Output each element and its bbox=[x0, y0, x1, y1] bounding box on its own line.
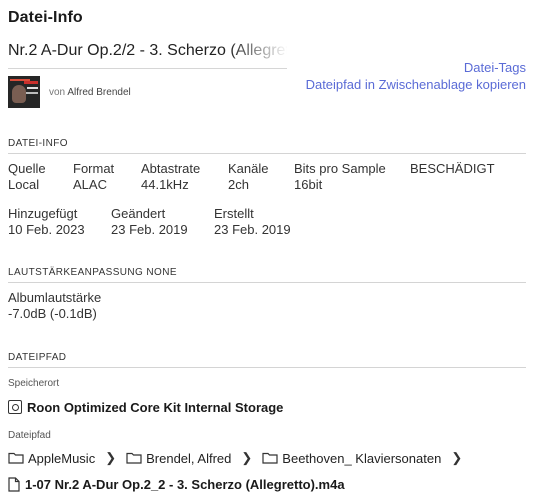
field-format-value: ALAC bbox=[73, 177, 107, 192]
field-channels-value: 2ch bbox=[228, 177, 249, 192]
field-format-label: Format bbox=[73, 161, 115, 176]
storage-row: Roon Optimized Core Kit Internal Storage bbox=[8, 398, 283, 416]
field-modified-value: 23 Feb. 2019 bbox=[111, 222, 188, 237]
file-name: 1-07 Nr.2 A-Dur Op.2_2 - 3. Scherzo (All… bbox=[25, 476, 345, 492]
field-modified: Geändert 23 Feb. 2019 bbox=[111, 206, 188, 238]
chevron-right-icon: ❯ bbox=[241, 450, 253, 465]
crumb-beethoven[interactable]: Beethoven_ Klaviersonaten bbox=[262, 451, 441, 466]
field-channels: Kanäle 2ch bbox=[228, 161, 268, 193]
field-bits: Bits pro Sample 16bit bbox=[294, 161, 386, 193]
path-heading: DATEIPFAD bbox=[8, 352, 67, 363]
storage-icon bbox=[8, 400, 22, 414]
storage-name: Roon Optimized Core Kit Internal Storage bbox=[27, 399, 284, 415]
field-source-value: Local bbox=[8, 177, 40, 192]
field-created: Erstellt 23 Feb. 2019 bbox=[214, 206, 291, 238]
field-format: Format ALAC bbox=[73, 161, 114, 193]
album-volume-value: -7.0dB (-0.1dB) bbox=[8, 306, 97, 321]
field-album-volume: Albumlautstärke -7.0dB (-0.1dB) bbox=[8, 290, 101, 322]
field-corrupt: BESCHÄDIGT bbox=[410, 161, 495, 177]
volume-heading: LAUTSTÄRKEANPASSUNG NONE bbox=[8, 267, 177, 278]
field-created-label: Erstellt bbox=[214, 206, 254, 221]
field-bits-value: 16bit bbox=[294, 177, 323, 192]
field-channels-label: Kanäle bbox=[228, 161, 269, 176]
folder-icon bbox=[262, 452, 278, 464]
dialog-title: Datei-Info bbox=[8, 9, 83, 26]
field-corrupt-label: BESCHÄDIGT bbox=[410, 161, 495, 176]
file-tags-link[interactable]: Datei-Tags bbox=[464, 60, 526, 75]
breadcrumb: AppleMusic ❯ Brendel, Alfred ❯ Beethoven… bbox=[8, 449, 466, 467]
crumb-brendel[interactable]: Brendel, Alfred bbox=[126, 451, 231, 466]
crumb-label: Brendel, Alfred bbox=[146, 450, 232, 466]
field-source: Quelle Local bbox=[8, 161, 46, 193]
folder-icon bbox=[126, 452, 142, 464]
field-bits-label: Bits pro Sample bbox=[294, 161, 386, 176]
path-label: Dateipfad bbox=[8, 430, 51, 441]
file-icon bbox=[8, 476, 20, 492]
field-added: Hinzugefügt 10 Feb. 2023 bbox=[8, 206, 85, 238]
album-art bbox=[8, 76, 40, 108]
track-title-fade bbox=[228, 40, 288, 64]
volume-divider bbox=[8, 282, 526, 283]
crumb-label: AppleMusic bbox=[28, 450, 96, 466]
artist-name[interactable]: Alfred Brendel bbox=[67, 87, 130, 98]
field-source-label: Quelle bbox=[8, 161, 46, 176]
artist-line: von Alfred Brendel bbox=[49, 87, 131, 98]
field-added-value: 10 Feb. 2023 bbox=[8, 222, 85, 237]
album-volume-label: Albumlautstärke bbox=[8, 290, 102, 305]
file-row[interactable]: 1-07 Nr.2 A-Dur Op.2_2 - 3. Scherzo (All… bbox=[8, 475, 345, 493]
field-added-label: Hinzugefügt bbox=[8, 206, 78, 221]
file-info-heading: DATEI-INFO bbox=[8, 138, 68, 149]
crumb-label: Beethoven_ Klaviersonaten bbox=[282, 450, 442, 466]
location-label: Speicherort bbox=[8, 378, 60, 389]
field-sample-rate-value: 44.1kHz bbox=[141, 177, 189, 192]
chevron-right-icon: ❯ bbox=[105, 450, 117, 465]
field-created-value: 23 Feb. 2019 bbox=[214, 222, 291, 237]
copy-path-link[interactable]: Dateipfad in Zwischenablage kopieren bbox=[306, 77, 526, 92]
track-title-underline bbox=[8, 68, 287, 69]
field-sample-rate-label: Abtastrate bbox=[141, 161, 201, 176]
path-divider bbox=[8, 367, 526, 368]
field-modified-label: Geändert bbox=[111, 206, 166, 221]
chevron-right-icon: ❯ bbox=[451, 450, 463, 465]
folder-icon bbox=[8, 452, 24, 464]
crumb-applemusic[interactable]: AppleMusic bbox=[8, 451, 95, 466]
field-sample-rate: Abtastrate 44.1kHz bbox=[141, 161, 200, 193]
file-info-divider bbox=[8, 153, 526, 154]
artist-prefix: von bbox=[49, 87, 66, 98]
